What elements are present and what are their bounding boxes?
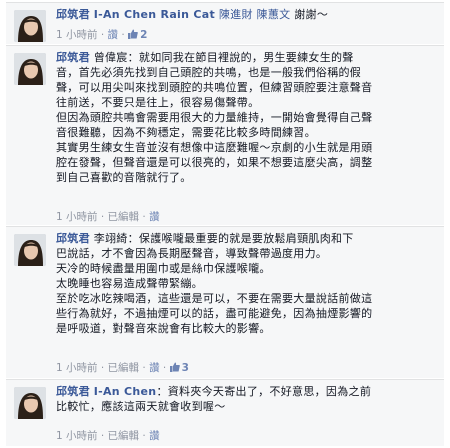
comment-line: 至於吃冰吃辣喝酒，這些還是可以，不要在需要大量說話前做這 <box>56 292 373 305</box>
avatar[interactable] <box>14 234 46 266</box>
comment-author[interactable]: 邱筑君 <box>56 385 90 398</box>
comment-line: 太晚睡也容易造成聲帶緊繃。 <box>56 277 203 290</box>
comment-text-fragment: 謝謝～ <box>290 8 329 21</box>
comment-line: 音，首先必須先找到自己頭腔的共鳴，也是一般我們俗稱的假 <box>56 66 362 79</box>
comment-timestamp[interactable]: 1 小時前 <box>56 362 98 374</box>
avatar[interactable] <box>14 53 46 85</box>
like-link[interactable]: 讚 <box>149 362 160 374</box>
avatar-photo <box>14 53 46 85</box>
thumbs-up-icon <box>169 362 180 372</box>
like-link[interactable]: 讚 <box>108 29 119 41</box>
edited-label[interactable]: 已編輯 <box>108 362 140 374</box>
comment-line: 但因為頭腔共鳴會需要用很大的力量維持，一開始會覺得自己聲 <box>56 111 373 124</box>
thumbs-up-icon <box>128 29 138 39</box>
comment-line: 聲，可以用尖叫來找到頭腔的共鳴位置，但練習頭腔要注意聲音 <box>56 81 373 94</box>
avatar[interactable] <box>14 10 46 42</box>
comment-meta: 1 小時前 · 已編輯 · 讚 <box>56 211 160 223</box>
avatar[interactable] <box>14 387 46 419</box>
comment-line: 天冷的時候盡量用圍巾或是絲巾保護喉嚨。 <box>56 262 271 275</box>
comment-line: 比較忙，應該這兩天就會收到喔～ <box>56 400 226 413</box>
comment-line: 曾偉宸：就如同我在節目裡說的，男生要練女生的聲 <box>93 51 354 64</box>
user-mention-link[interactable]: 陳進財 <box>219 8 253 21</box>
comment-line: 些行為就好，不過抽煙可以的話，盡可能避免，因為抽煙影響的 <box>56 307 373 320</box>
avatar-photo <box>14 387 46 419</box>
comment-line: 到自己喜歡的音階就行了。 <box>56 171 192 184</box>
like-link[interactable]: 讚 <box>149 430 160 442</box>
comment-line: 李翊綺：保護喉嚨最重要的就是要放鬆肩頸肌肉和下 <box>93 232 354 245</box>
comment-text: 邱筑君 李翊綺：保護喉嚨最重要的就是要放鬆肩頸肌肉和下 巴說話，才不會因為長期壓… <box>56 231 436 336</box>
comment-text: 邱筑君 I-An Chen：資料夾今天寄出了，不好意思，因為之前 比較忙，應該這… <box>56 384 436 414</box>
avatar-photo <box>14 234 46 266</box>
like-link[interactable]: 讚 <box>149 211 160 223</box>
user-mention-link[interactable]: I-An Chen <box>94 385 157 398</box>
comment-text: 邱筑君 I-An Chen Rain Cat 陳進財 陳蕙文 謝謝～ <box>56 7 436 22</box>
comment-line: 是呼吸道，對聲音來說會有比較大的影響。 <box>56 322 271 335</box>
comment: 邱筑君 I-An Chen：資料夾今天寄出了，不好意思，因為之前 比較忙，應該這… <box>6 379 444 446</box>
comment-line: 巴說話，才不會因為長期壓聲音，導致聲帶過度用力。 <box>56 247 328 260</box>
comment-author[interactable]: 邱筑君 <box>56 8 90 21</box>
like-count[interactable]: 2 <box>128 29 147 41</box>
user-mention-link[interactable]: I-An Chen Rain Cat <box>94 8 215 21</box>
comment: 邱筑君 李翊綺：保護喉嚨最重要的就是要放鬆肩頸肌肉和下 巴說話，才不會因為長期壓… <box>6 226 444 378</box>
comment-line: 其實男生練女生音並沒有想像中這麼難喔～京劇的小生就是用頭 <box>56 141 373 154</box>
comment-thread: 邱筑君 I-An Chen Rain Cat 陳進財 陳蕙文 謝謝～ 1 小時前… <box>0 0 450 448</box>
comment-timestamp[interactable]: 1 小時前 <box>56 211 98 223</box>
comment: 邱筑君 I-An Chen Rain Cat 陳進財 陳蕙文 謝謝～ 1 小時前… <box>6 2 444 44</box>
edited-label[interactable]: 已編輯 <box>108 430 140 442</box>
avatar-photo <box>14 10 46 42</box>
comment-line: 腔在發聲，但聲音還是可以很亮的，如果不想要這麼尖高，調整 <box>56 156 373 169</box>
comment-author[interactable]: 邱筑君 <box>56 232 90 245</box>
comment-author[interactable]: 邱筑君 <box>56 51 90 64</box>
comment-line: 往前送，不要只是往上，很容易傷聲帶。 <box>56 96 260 109</box>
comment-meta: 1 小時前 · 已編輯 · 讚 · 3 <box>56 362 189 374</box>
comment-text-fragment: ：資料夾今天寄出了，不好意思，因為之前 <box>156 385 372 398</box>
comment-line: 音很難聽，因為不夠穩定，需要花比較多時間練習。 <box>56 126 316 139</box>
comment-timestamp[interactable]: 1 小時前 <box>56 29 98 41</box>
comment-meta: 1 小時前 · 已編輯 · 讚 <box>56 430 160 442</box>
comment-timestamp[interactable]: 1 小時前 <box>56 430 98 442</box>
comment-text: 邱筑君 曾偉宸：就如同我在節目裡說的，男生要練女生的聲 音，首先必須先找到自己頭… <box>56 50 436 185</box>
edited-label[interactable]: 已編輯 <box>108 211 140 223</box>
comment: 邱筑君 曾偉宸：就如同我在節目裡說的，男生要練女生的聲 音，首先必須先找到自己頭… <box>6 45 444 225</box>
user-mention-link[interactable]: 陳蕙文 <box>257 8 291 21</box>
like-count[interactable]: 3 <box>169 362 189 374</box>
comment-meta: 1 小時前 · 讚 · 2 <box>56 29 148 41</box>
